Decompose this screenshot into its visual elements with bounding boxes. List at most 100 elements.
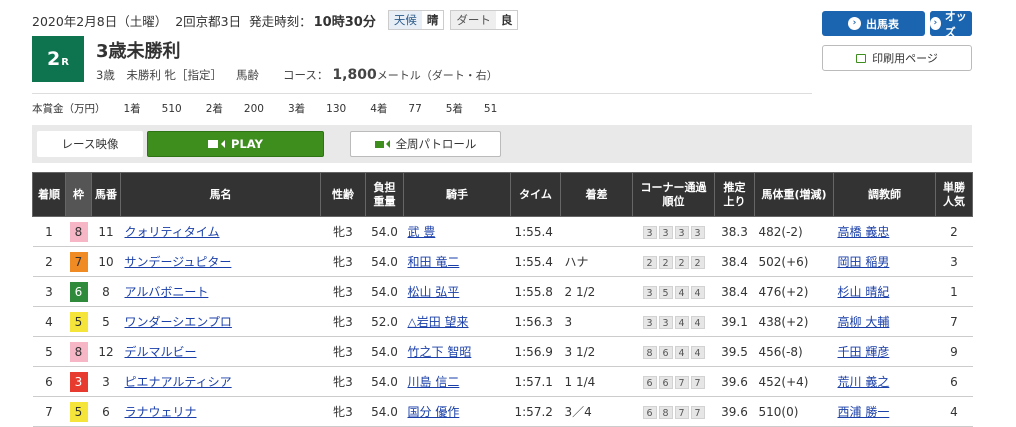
corner-position: 8 (658, 405, 673, 419)
waku-badge: 8 (69, 221, 88, 242)
race-time: 1:57.2 (510, 396, 561, 427)
horse-cell: ラナウェリナ (120, 396, 321, 427)
col-header: コーナー通過順位 (632, 172, 715, 217)
col-header: 着差 (560, 172, 633, 217)
trainer-link[interactable]: 荒川 義之 (838, 375, 890, 389)
col-header: 単勝人気 (935, 172, 973, 217)
race-conditions: 3歳 未勝利 牝［指定］ 馬齢 コース： 1,800 メートル （ダート・右） (96, 67, 498, 83)
corner-cell: 6877 (632, 396, 715, 427)
race-title: 3歳未勝利 (96, 41, 181, 62)
jockey-link[interactable]: 松山 弘平 (408, 285, 460, 299)
course-surface: （ダート・右） (420, 69, 498, 82)
corner-position: 4 (674, 285, 689, 299)
jockey-link[interactable]: 竹之下 智昭 (408, 345, 472, 359)
body-weight: 438(+2) (754, 306, 834, 337)
table-row: 1 8 11 クォリティタイム 牝3 54.0 武 豊 1:55.4 3 3 3 3 38.3 482(-… (32, 216, 973, 247)
corner-positions: 3544 (642, 285, 705, 299)
trainer-link[interactable]: 西浦 勝一 (838, 405, 890, 419)
waku-badge: 3 (69, 371, 88, 392)
race-video-bar: レース映像 PLAY 全周パトロール (32, 125, 972, 163)
trainer-link[interactable]: 千田 輝彦 (838, 345, 890, 359)
col-header: 性齢 (320, 172, 366, 217)
jockey-link[interactable]: 和田 竜二 (408, 255, 460, 269)
play-label: PLAY (231, 137, 263, 151)
print-page-button[interactable]: 印刷用ページ (822, 45, 972, 71)
last-3f: 39.1 (714, 306, 755, 337)
col-header: タイム (510, 172, 561, 217)
horse-number: 3 (91, 366, 121, 397)
horse-name-link[interactable]: ラナウェリナ (125, 405, 197, 419)
horse-name-link[interactable]: アルバボニート (125, 285, 209, 299)
jockey-cell: 武 豊 (403, 216, 511, 247)
margin: 3／4 (560, 396, 633, 427)
carried-weight: 54.0 (365, 366, 404, 397)
carried-weight: 54.0 (365, 396, 404, 427)
horse-name-link[interactable]: サンデージュピター (125, 255, 232, 269)
waku-badge: 5 (69, 311, 88, 332)
race-time: 1:56.9 (510, 336, 561, 367)
track-chip: ダート 良 (450, 10, 519, 30)
prize-label: 本賞金（万円） (32, 103, 106, 115)
print-label: 印刷用ページ (872, 52, 938, 65)
race-number: 2 (47, 48, 61, 70)
distance: 1,800 (332, 67, 377, 83)
jockey-link[interactable]: 武 豊 (408, 225, 436, 239)
trainer-cell: 千田 輝彦 (833, 336, 936, 367)
corner-position: 2 (658, 255, 673, 269)
odds-label: オッズ (944, 9, 967, 39)
corner-position: 6 (658, 345, 673, 359)
weather-chip: 天候 晴 (387, 10, 445, 30)
jockey-cell: 和田 竜二 (403, 246, 511, 277)
win-popularity: 4 (935, 396, 973, 427)
corner-positions: 6877 (642, 405, 705, 419)
trainer-link[interactable]: 高柳 大輔 (838, 315, 890, 329)
corner-positions: 2222 (642, 255, 705, 269)
trainer-link[interactable]: 杉山 晴紀 (838, 285, 890, 299)
trainer-link[interactable]: 岡田 稲男 (838, 255, 890, 269)
last-3f: 38.3 (714, 216, 755, 247)
weather-value: 晴 (421, 11, 444, 29)
last-3f: 39.5 (714, 336, 755, 367)
distance-unit: メートル (376, 69, 421, 82)
col-header: 馬体重(増減) (754, 172, 834, 217)
horse-name-link[interactable]: クォリティタイム (125, 225, 220, 239)
jockey-link[interactable]: 国分 優作 (408, 405, 460, 419)
odds-button-inner[interactable]: › オッズ (930, 10, 972, 39)
jockey-cell: 竹之下 智昭 (403, 336, 511, 367)
horse-number: 11 (91, 216, 121, 247)
weight-rule: 馬齢 (235, 68, 259, 82)
corner-cell: 6677 (632, 366, 715, 397)
prize-money: 本賞金（万円） 1着 510 2着 200 3着 130 4着 77 5着 51 (32, 101, 521, 116)
horse-name-link[interactable]: ピエナアルティシア (125, 375, 232, 389)
col-header: 負担重量 (365, 172, 404, 217)
col-header: 馬番 (91, 172, 121, 217)
waku-badge: 8 (69, 341, 88, 362)
waku-cell: 7 (65, 246, 92, 277)
prize-2nd: 2着 200 (205, 103, 264, 115)
margin: 3 1/2 (560, 336, 633, 367)
horse-name-link[interactable]: ワンダーシエンプロ (125, 315, 232, 329)
col-header: 調教師 (833, 172, 936, 217)
entries-button[interactable]: › 出馬表 (822, 11, 925, 36)
horse-cell: サンデージュピター (120, 246, 321, 277)
col-header: 着順 (32, 172, 66, 217)
patrol-video-button[interactable]: 全周パトロール (350, 131, 501, 157)
race-video-label: レース映像 (37, 131, 143, 157)
trainer-link[interactable]: 高橋 義忠 (838, 225, 890, 239)
finish-position: 3 (32, 276, 66, 307)
video-camera-icon (374, 140, 384, 148)
play-button[interactable]: PLAY (147, 131, 324, 157)
race-number-suffix: R (61, 56, 69, 68)
finish-position: 4 (32, 306, 66, 337)
win-popularity: 3 (935, 246, 973, 277)
patrol-label: 全周パトロール (395, 137, 477, 151)
horse-name-link[interactable]: デルマルビー (125, 345, 197, 359)
waku-cell: 8 (65, 336, 92, 367)
corner-cell: 3344 (632, 306, 715, 337)
corner-positions: 8644 (642, 345, 705, 359)
jockey-link[interactable]: △岩田 望来 (408, 315, 469, 329)
body-weight: 476(+2) (754, 276, 834, 307)
corner-position: 6 (658, 375, 673, 389)
jockey-link[interactable]: 川島 信二 (408, 375, 460, 389)
chevron-right-icon: › (930, 17, 941, 30)
